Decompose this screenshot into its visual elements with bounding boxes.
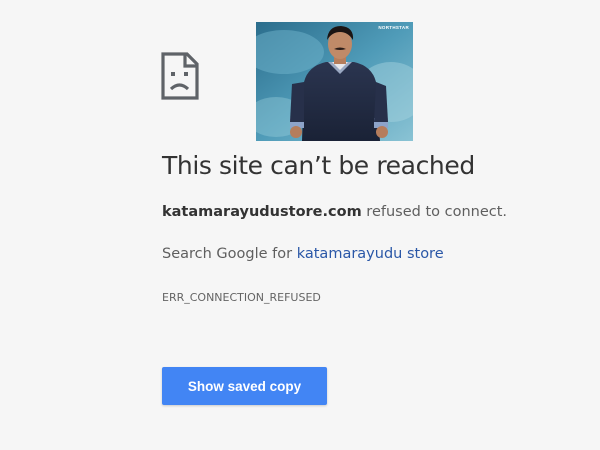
photo-watermark: NORTHSTAR xyxy=(378,25,409,30)
sad-page-icon xyxy=(161,52,199,100)
search-suggestion: Search Google for katamarayudu store xyxy=(162,246,444,262)
error-detail: katamarayudustore.com refused to connect… xyxy=(162,204,507,220)
promo-photo: NORTHSTAR xyxy=(256,22,413,141)
site-domain: katamarayudustore.com xyxy=(162,204,362,220)
page-title: This site can’t be reached xyxy=(162,151,475,180)
search-google-link[interactable]: katamarayudu store xyxy=(297,246,444,262)
error-code: ERR_CONNECTION_REFUSED xyxy=(162,291,321,304)
search-suggestion-prefix: Search Google for xyxy=(162,246,297,262)
show-saved-copy-button[interactable]: Show saved copy xyxy=(162,367,327,405)
error-detail-text: refused to connect. xyxy=(361,204,508,220)
